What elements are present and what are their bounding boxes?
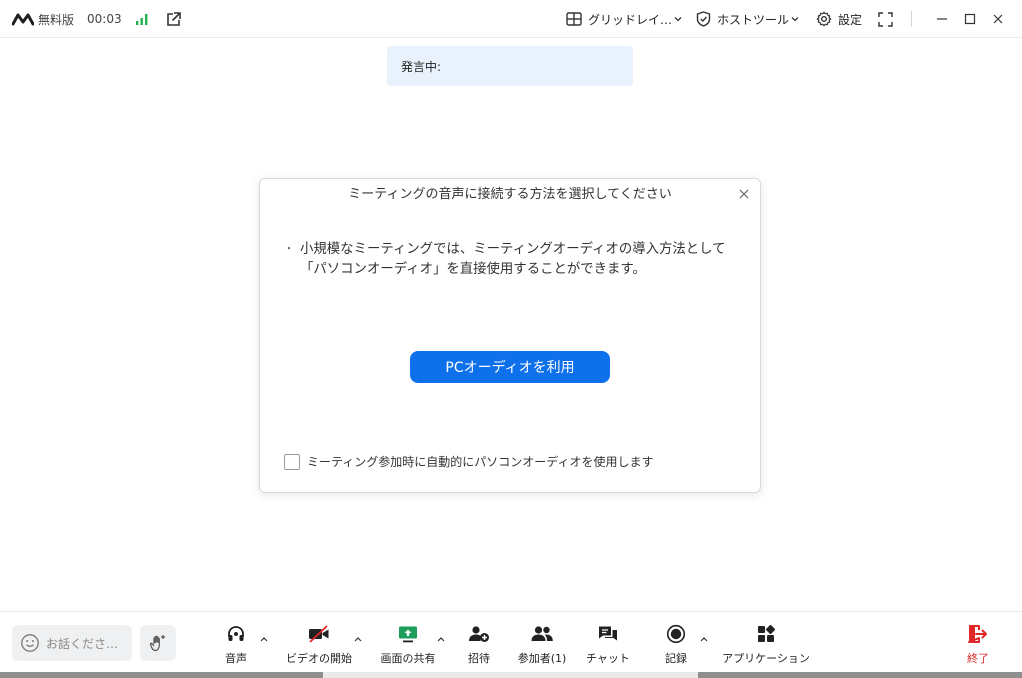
apps-icon — [758, 625, 775, 642]
join-pc-audio-button[interactable]: PCオーディオを利用 — [410, 351, 610, 383]
video-options-caret[interactable] — [353, 634, 363, 644]
leave-icon — [968, 625, 987, 643]
settings-button[interactable]: 設定 — [816, 11, 862, 28]
participants-button[interactable]: 参加者(1) — [517, 622, 567, 666]
end-meeting-button[interactable]: 終了 — [963, 622, 993, 666]
start-video-button[interactable]: ビデオの開始 — [284, 622, 354, 666]
shield-icon — [696, 11, 711, 27]
minimize-button[interactable] — [928, 0, 956, 38]
chat-icon — [599, 626, 617, 641]
close-icon — [993, 14, 1003, 24]
grid-layout-label: グリッドレイ… — [587, 12, 672, 27]
share-screen-button[interactable]: 画面の共有 — [377, 622, 439, 666]
signal-icon[interactable] — [135, 12, 149, 26]
audio-label: 音声 — [225, 652, 247, 665]
plan-label: 無料版 — [38, 12, 75, 27]
grid-icon — [566, 12, 582, 26]
headphone-icon — [228, 626, 244, 641]
start-video-label: ビデオの開始 — [286, 652, 352, 665]
taskbar-strip-center — [323, 672, 698, 678]
dialog-description-text: 小規模なミーティングでは、ミーティングオーディオの導入方法として「パソコンオーデ… — [300, 242, 726, 277]
share-screen-icon — [399, 626, 417, 643]
chevron-up-icon — [437, 637, 445, 642]
reaction-placeholder: お話くださ… — [46, 636, 119, 651]
chevron-down-icon — [674, 17, 682, 22]
invite-label: 招待 — [468, 652, 490, 665]
audio-button[interactable]: 音声 — [222, 622, 250, 666]
video-off-icon — [309, 625, 329, 643]
maximize-button[interactable] — [956, 0, 984, 38]
chat-label: チャット — [586, 652, 630, 665]
close-window-button[interactable] — [984, 0, 1012, 38]
end-meeting-label: 終了 — [967, 652, 989, 665]
settings-label: 設定 — [837, 12, 862, 27]
auto-audio-label: ミーティング参加時に自動的にパソコンオーディオを使用します — [307, 455, 654, 469]
minimize-icon — [937, 18, 947, 20]
meeting-toolbar: お話くださ… 音声 ビデオの開始 画面の共有 招待 参加者(1) チャット 記録… — [0, 611, 1022, 672]
top-bar-left: 無料版 00:03 — [12, 0, 182, 38]
host-tools-button[interactable]: ホストツール — [696, 11, 799, 28]
reaction-input[interactable]: お話くださ… — [12, 625, 132, 661]
close-icon — [739, 189, 749, 199]
raise-hand-icon — [149, 635, 165, 652]
add-user-icon — [469, 626, 489, 642]
grid-layout-button[interactable]: グリッドレイ… — [566, 11, 682, 28]
audio-options-caret[interactable] — [259, 634, 269, 644]
fullscreen-button[interactable] — [878, 11, 893, 27]
participants-label: 参加者(1) — [517, 652, 567, 665]
chevron-up-icon — [700, 637, 708, 642]
top-bar-right: グリッドレイ… ホストツール 設定 — [566, 0, 1022, 38]
bullet-mark: ・ — [284, 244, 294, 255]
share-options-caret[interactable] — [436, 634, 446, 644]
invite-button[interactable]: 招待 — [463, 622, 495, 666]
dialog-close-button[interactable] — [737, 187, 751, 201]
fullscreen-icon — [878, 11, 893, 27]
apps-label: アプリケーション — [722, 652, 810, 665]
taskbar-strip — [0, 672, 1022, 678]
top-bar: 無料版 00:03 グリッドレイ… ホストツール 設定 — [0, 0, 1022, 38]
chevron-up-icon — [260, 637, 268, 642]
chat-button[interactable]: チャット — [585, 622, 631, 666]
logo-icon — [12, 13, 34, 26]
audio-connect-dialog: ミーティングの音声に接続する方法を選択してください ・ 小規模なミーティングでは… — [259, 178, 761, 493]
host-tools-label: ホストツール — [716, 12, 789, 27]
chevron-up-icon — [354, 637, 362, 642]
participants-icon — [531, 626, 553, 641]
meeting-timer: 00:03 — [87, 12, 122, 26]
record-options-caret[interactable] — [699, 634, 709, 644]
record-button[interactable]: 記録 — [662, 622, 690, 666]
popout-icon[interactable] — [165, 11, 182, 28]
chevron-down-icon — [791, 17, 799, 22]
dialog-title: ミーティングの音声に接続する方法を選択してください — [348, 187, 672, 202]
active-speaker-banner: 発言中: — [387, 46, 633, 86]
auto-audio-checkbox[interactable] — [284, 453, 300, 470]
divider — [911, 11, 912, 27]
apps-button[interactable]: アプリケーション — [720, 622, 812, 666]
dialog-description: ・ 小規模なミーティングでは、ミーティングオーディオの導入方法として「パソコンオ… — [284, 240, 740, 280]
maximize-icon — [964, 13, 976, 25]
raise-hand-button[interactable] — [140, 625, 176, 661]
share-screen-label: 画面の共有 — [380, 652, 436, 665]
record-icon — [666, 624, 686, 644]
record-label: 記録 — [665, 652, 687, 665]
gear-icon — [816, 11, 832, 27]
smiley-icon — [21, 634, 39, 652]
active-speaker-label: 発言中: — [401, 59, 442, 74]
auto-audio-option[interactable]: ミーティング参加時に自動的にパソコンオーディオを使用します — [284, 453, 653, 470]
